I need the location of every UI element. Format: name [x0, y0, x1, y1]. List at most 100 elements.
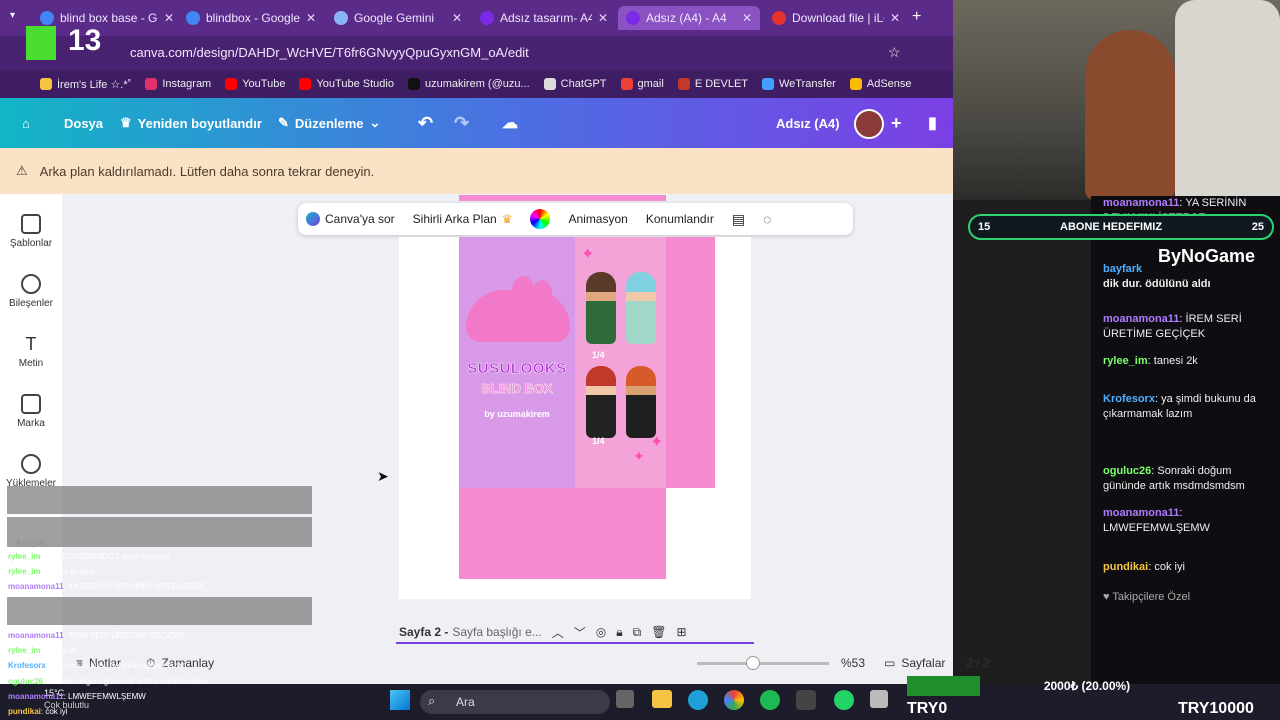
canva-icon — [480, 11, 494, 25]
donation-min-label: TRY0 — [907, 700, 948, 717]
close-icon[interactable]: ✕ — [742, 11, 752, 25]
overlay-chat-line: rylee_im: yakma bi tane — [8, 567, 95, 576]
chevron-down-icon[interactable]: ﹀ — [574, 624, 586, 641]
app-icon[interactable] — [870, 690, 888, 708]
comment-add-icon[interactable]: ◌ — [763, 211, 771, 227]
bookmark-label: E DEVLET — [694, 78, 748, 90]
add-page-icon[interactable]: ⊞ — [676, 625, 686, 639]
bookmark-irems-life[interactable]: İrem's Life ☆.*˚ — [40, 78, 131, 91]
hide-page-icon[interactable]: ◎ — [596, 625, 606, 639]
tab-4[interactable]: Adsız tasarım- A4 ( ✕ — [472, 6, 616, 30]
chevron-up-icon[interactable]: ︿ — [552, 624, 564, 641]
overlay-text: tanesi 2k — [44, 646, 77, 655]
redo-icon[interactable]: ↷ — [454, 98, 469, 148]
analytics-icon[interactable]: ▮ — [928, 98, 937, 148]
bookmark-chatgpt[interactable]: ChatGPT — [543, 78, 607, 90]
overlay-user: moanamona11 — [8, 692, 64, 701]
overlay-user: rylee_im — [8, 567, 41, 576]
youtube-studio-icon — [299, 78, 312, 90]
pages-button[interactable]: ▭ Sayfalar — [884, 656, 945, 670]
design-bottom-block[interactable] — [459, 488, 666, 579]
avatar[interactable] — [854, 109, 884, 139]
tab-list-icon[interactable]: ▾ — [10, 10, 15, 21]
chat-message: moanamona11: İREM SERİ ÜRETİME GEÇİÇEK — [1103, 313, 1242, 340]
app-icon[interactable] — [796, 690, 816, 710]
add-collaborator-icon[interactable]: + — [891, 98, 902, 148]
lock-icon[interactable]: 🔒︎ — [616, 625, 622, 640]
paint-format-icon[interactable]: ▤ — [732, 211, 745, 228]
delete-page-icon[interactable]: 🗑︎ — [651, 625, 666, 639]
undo-icon[interactable]: ↶ — [418, 98, 433, 148]
doll-figure-4[interactable] — [626, 366, 656, 438]
tab-3[interactable]: Google Gemini ✕ — [326, 6, 470, 30]
rail-templates[interactable]: Şablonlar — [0, 214, 62, 249]
chrome-icon[interactable] — [724, 690, 744, 710]
cloud-saved-icon[interactable]: ☁ — [502, 98, 518, 148]
file-menu-button[interactable]: Dosya — [64, 98, 103, 148]
whatsapp-icon[interactable] — [834, 690, 854, 710]
rail-uploads[interactable]: Yüklemeler — [0, 454, 62, 489]
url-field[interactable]: canva.com/design/DAHDr_WcHVE/T6fr6GNvyyQ… — [110, 42, 945, 64]
rail-brand[interactable]: Marka — [0, 394, 62, 429]
rail-elements[interactable]: Bileşenler — [0, 274, 62, 309]
tab-title: blindbox - Google' — [206, 11, 300, 25]
edge-icon[interactable] — [688, 690, 708, 710]
resize-button[interactable]: ♛ Yeniden boyutlandır — [120, 98, 262, 148]
color-picker-icon[interactable] — [530, 209, 551, 229]
bookmark-wetransfer[interactable]: WeTransfer — [762, 78, 836, 90]
bynogame-watermark: ByNoGame — [1158, 246, 1256, 266]
design-right-strip[interactable] — [666, 237, 715, 488]
donation-goal-text: 2000₺ (20.00%) — [1043, 679, 1131, 693]
zoom-level[interactable]: %53 — [841, 656, 865, 670]
close-icon[interactable]: ✕ — [452, 11, 462, 25]
file-explorer-icon[interactable] — [652, 690, 672, 708]
task-view-icon[interactable] — [616, 690, 634, 708]
magic-background-button[interactable]: Sihirli Arka Plan ♛ — [413, 212, 513, 226]
bookmark-youtube[interactable]: YouTube — [225, 78, 285, 90]
close-icon[interactable]: ✕ — [306, 11, 316, 25]
overlay-text: cok iyi — [45, 707, 68, 716]
edit-mode-button[interactable]: ✎ Düzenleme ⌄ — [278, 98, 380, 148]
tab-2[interactable]: blindbox - Google' ✕ — [178, 6, 324, 30]
goal-label: ABONE HEDEFIMIZ — [1060, 221, 1163, 233]
zoom-slider-handle[interactable] — [746, 656, 760, 670]
tab-5-active[interactable]: Adsız (A4) - A4 ✕ — [618, 6, 760, 30]
close-icon[interactable]: ✕ — [598, 11, 608, 25]
spotify-icon[interactable] — [760, 690, 780, 710]
bookmark-instagram[interactable]: Instagram — [145, 78, 211, 90]
page-title-input[interactable]: Sayfa başlığı e... — [452, 625, 541, 639]
rail-text[interactable]: T Metin — [0, 334, 62, 369]
doll-figure-2[interactable] — [626, 272, 656, 344]
tab-title: Google Gemini — [354, 11, 435, 25]
wetransfer-icon — [762, 78, 774, 90]
brand-icon — [21, 394, 41, 414]
goal-target: 25 — [1251, 221, 1264, 233]
bookmark-gmail[interactable]: gmail — [620, 78, 664, 90]
bookmark-adsense[interactable]: AdSense — [849, 78, 912, 90]
position-button[interactable]: Konumlandır — [646, 212, 714, 226]
bookmark-star-icon[interactable]: ☆ — [888, 44, 901, 61]
bookmark-edevlet[interactable]: E DEVLET — [677, 78, 748, 90]
templates-icon — [21, 214, 41, 234]
tab-6[interactable]: Download file | iLov ✕ — [764, 6, 908, 30]
close-icon[interactable]: ✕ — [890, 11, 900, 25]
new-tab-icon[interactable]: + — [912, 8, 921, 26]
windows-start-icon[interactable] — [390, 690, 410, 710]
duplicate-page-icon[interactable]: ⧉ — [633, 625, 642, 640]
design-subtitle-text[interactable]: BLIND BOX — [459, 381, 575, 396]
pages-label: Sayfalar — [901, 656, 946, 670]
design-byline-text[interactable]: by uzumakirem — [459, 409, 575, 419]
zoom-slider[interactable] — [697, 662, 829, 665]
document-title[interactable]: Adsız (A4) — [776, 98, 840, 148]
doll-figure-1[interactable] — [586, 272, 616, 344]
bookmark-tiktok[interactable]: uzumakirem (@uzu... — [407, 78, 530, 90]
close-icon[interactable]: ✕ — [164, 11, 174, 25]
animation-button[interactable]: Animasyon — [568, 212, 627, 226]
design-brand-text[interactable]: SUSULOOKS — [459, 360, 575, 378]
bookmark-youtube-studio[interactable]: YouTube Studio — [299, 78, 394, 90]
overlay-text: SDGDSGSDGSDGS sayo bulunda — [44, 552, 170, 561]
ask-canva-button[interactable]: Canva'ya sor — [306, 212, 395, 226]
home-icon[interactable]: ⌂ — [22, 98, 30, 148]
doll-figure-3[interactable] — [586, 366, 616, 438]
taskbar-search[interactable]: Ara — [420, 690, 610, 714]
